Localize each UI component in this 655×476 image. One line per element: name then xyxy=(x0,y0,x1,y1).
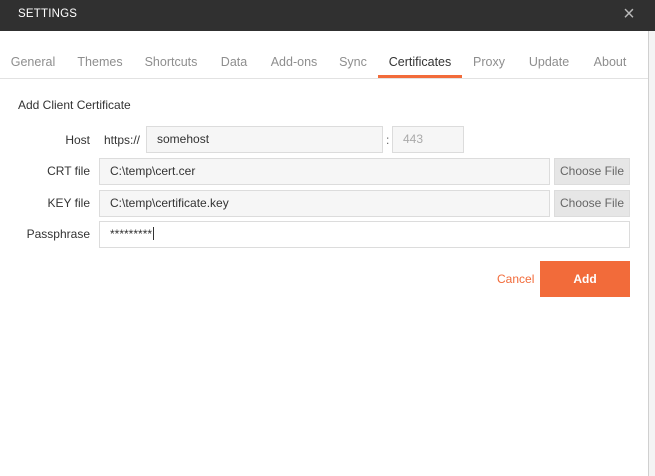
port-separator: : xyxy=(386,133,390,147)
tab-proxy[interactable]: Proxy xyxy=(469,49,509,76)
host-input[interactable]: somehost xyxy=(146,126,383,153)
add-button[interactable]: Add xyxy=(540,261,630,297)
tab-update[interactable]: Update xyxy=(525,49,573,76)
crt-choose-file-button[interactable]: Choose File xyxy=(554,158,630,185)
title-bar: SETTINGS × xyxy=(0,0,655,31)
key-choose-file-button[interactable]: Choose File xyxy=(554,190,630,217)
section-heading: Add Client Certificate xyxy=(18,98,131,112)
port-input[interactable]: 443 xyxy=(392,126,464,153)
tab-shortcuts[interactable]: Shortcuts xyxy=(142,49,200,76)
tab-certificates[interactable]: Certificates xyxy=(378,49,462,78)
passphrase-input[interactable]: ********* xyxy=(99,221,630,248)
tab-general[interactable]: General xyxy=(7,49,59,76)
tab-about[interactable]: About xyxy=(588,49,632,76)
host-protocol: https:// xyxy=(104,133,141,147)
tab-sync[interactable]: Sync xyxy=(335,49,371,76)
tab-add-ons[interactable]: Add-ons xyxy=(268,49,320,76)
passphrase-value: ********* xyxy=(110,227,153,241)
cancel-button[interactable]: Cancel xyxy=(497,272,534,286)
tab-data[interactable]: Data xyxy=(215,49,253,76)
key-file-label: KEY file xyxy=(47,196,90,210)
window-title: SETTINGS xyxy=(18,8,78,20)
tab-themes[interactable]: Themes xyxy=(73,49,127,76)
settings-tabs: General Themes Shortcuts Data Add-ons Sy… xyxy=(0,49,648,79)
host-label: Host xyxy=(65,133,90,147)
passphrase-label: Passphrase xyxy=(26,227,90,241)
close-icon[interactable]: × xyxy=(621,4,637,24)
crt-file-label: CRT file xyxy=(47,164,90,178)
crt-file-input[interactable]: C:\temp\cert.cer xyxy=(99,158,550,185)
text-caret xyxy=(153,227,155,240)
background-window xyxy=(649,31,655,476)
key-file-input[interactable]: C:\temp\certificate.key xyxy=(99,190,550,217)
